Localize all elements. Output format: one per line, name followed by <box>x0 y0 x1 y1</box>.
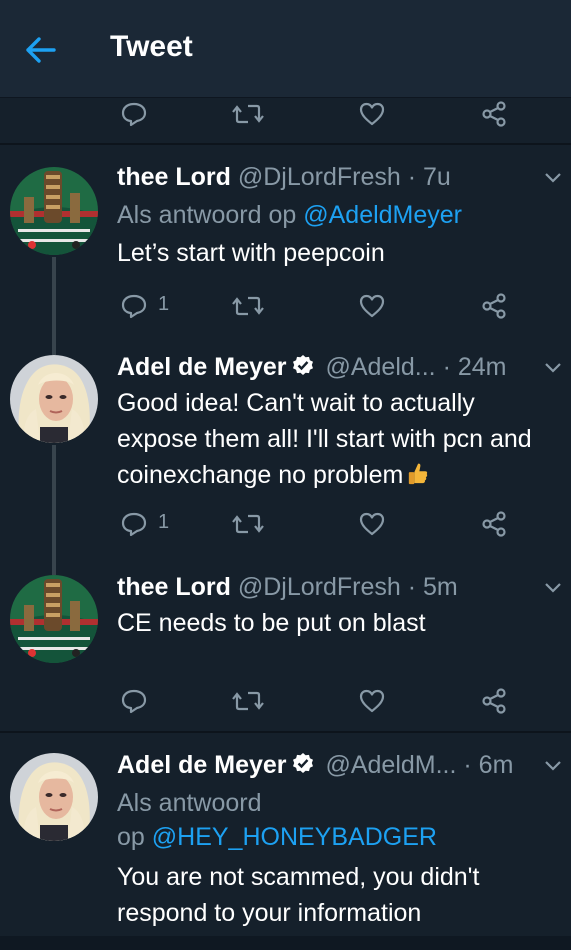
tweet-menu-button[interactable] <box>543 581 563 600</box>
reply-button[interactable]: 1 <box>120 285 180 325</box>
chevron-down-icon <box>543 581 563 595</box>
like-button[interactable] <box>358 503 386 543</box>
mention-link[interactable]: @AdeldMeyer <box>303 201 462 229</box>
page-title: Tweet <box>110 30 193 63</box>
avatar[interactable] <box>10 753 98 841</box>
chevron-down-icon <box>543 361 563 375</box>
tweet-header: thee Lord @DjLordFresh · 7u <box>117 163 451 192</box>
tweet-item[interactable]: Adel de Meyer @AdeldM... · 6m Als antwoo… <box>0 733 571 933</box>
retweet-icon <box>232 292 264 320</box>
retweet-button[interactable] <box>232 503 264 543</box>
tweet-item[interactable]: thee Lord @DjLordFresh · 7u Als antwoord… <box>0 145 571 335</box>
reply-label-op: op <box>117 823 145 851</box>
like-button[interactable] <box>358 680 386 720</box>
verified-badge-icon <box>291 354 315 378</box>
tweet-text: Let’s start with peepcoin <box>117 239 385 267</box>
reply-label: Als antwoord op <box>117 201 297 229</box>
tweet-text: CE needs to be put on blast <box>117 609 426 637</box>
thread-line <box>52 335 56 355</box>
thumbs-up-emoji <box>407 461 429 487</box>
share-button[interactable] <box>480 503 508 543</box>
tweet-text: Good idea! Can't wait to actually expose… <box>117 385 557 493</box>
reply-context: Als antwoord op @HEY_HONEYBADGER <box>117 789 437 852</box>
tweet-header: thee Lord @DjLordFresh · 5m <box>117 573 458 602</box>
tweet-action-bar <box>0 680 571 720</box>
reply-button[interactable] <box>120 680 150 720</box>
chevron-down-icon <box>543 759 563 773</box>
back-arrow-icon <box>26 37 56 63</box>
retweet-icon <box>232 510 264 538</box>
share-button[interactable] <box>480 680 508 720</box>
author-name[interactable]: thee Lord <box>117 163 231 191</box>
thread-line <box>52 555 56 575</box>
share-button[interactable] <box>480 285 508 325</box>
tweet-menu-button[interactable] <box>543 171 563 190</box>
tweet-action-bar <box>0 93 571 133</box>
tweet-header: Adel de Meyer @Adeld... · 24m <box>117 353 506 382</box>
retweet-button[interactable] <box>232 93 264 133</box>
reply-icon <box>120 100 148 128</box>
mention-link[interactable]: @HEY_HONEYBADGER <box>152 823 437 851</box>
timestamp: · 7u <box>407 163 451 191</box>
verified-badge-icon <box>291 752 315 776</box>
like-icon <box>358 100 386 128</box>
timestamp: · 6m <box>463 751 514 779</box>
reply-button[interactable]: 1 <box>120 503 180 543</box>
author-name[interactable]: thee Lord <box>117 573 231 601</box>
chevron-down-icon <box>543 171 563 185</box>
avatar[interactable] <box>10 167 98 255</box>
bottom-edge <box>0 936 571 950</box>
tweet-text: You are not scammed, you didn't respond … <box>117 863 480 927</box>
share-icon <box>480 687 508 715</box>
reply-count: 1 <box>158 511 170 533</box>
tweet-item[interactable]: Adel de Meyer @Adeld... · 24m Good idea!… <box>0 335 571 555</box>
author-handle[interactable]: @DjLordFresh <box>238 573 401 601</box>
top-app-bar: Tweet <box>0 0 571 98</box>
share-icon <box>480 100 508 128</box>
tweet-header: Adel de Meyer @AdeldM... · 6m <box>117 751 513 780</box>
retweet-button[interactable] <box>232 285 264 325</box>
tweet-action-bar: 1 <box>0 285 571 325</box>
author-handle[interactable]: @Adeld... <box>325 353 435 381</box>
reply-context: Als antwoord op @AdeldMeyer <box>117 201 462 230</box>
reply-icon <box>120 510 148 538</box>
reply-count: 1 <box>158 293 170 315</box>
timestamp: · 24m <box>442 353 507 381</box>
reply-button[interactable] <box>120 93 150 133</box>
tweet-menu-button[interactable] <box>543 361 563 380</box>
back-button[interactable] <box>22 30 62 70</box>
like-icon <box>358 510 386 538</box>
author-handle[interactable]: @DjLordFresh <box>238 163 401 191</box>
tweet-menu-button[interactable] <box>543 759 563 778</box>
avatar[interactable] <box>10 355 98 443</box>
like-button[interactable] <box>358 93 386 133</box>
share-icon <box>480 292 508 320</box>
timestamp: · 5m <box>407 573 458 601</box>
like-button[interactable] <box>358 285 386 325</box>
tweet-item[interactable]: thee Lord @DjLordFresh · 5m CE needs to … <box>0 555 571 730</box>
retweet-button[interactable] <box>232 680 264 720</box>
avatar[interactable] <box>10 575 98 663</box>
like-icon <box>358 292 386 320</box>
reply-label-line2: op @HEY_HONEYBADGER <box>117 823 437 852</box>
author-name[interactable]: Adel de Meyer <box>117 751 287 779</box>
tweet-text-content: Good idea! Can't wait to actually expose… <box>117 389 532 489</box>
reply-icon <box>120 687 148 715</box>
tweet-action-bar: 1 <box>0 503 571 543</box>
reply-label: Als antwoord <box>117 789 262 817</box>
share-icon <box>480 510 508 538</box>
retweet-icon <box>232 687 264 715</box>
author-name[interactable]: Adel de Meyer <box>117 353 287 381</box>
share-button[interactable] <box>480 93 508 133</box>
author-handle[interactable]: @AdeldM... <box>325 751 456 779</box>
like-icon <box>358 687 386 715</box>
reply-icon <box>120 292 148 320</box>
retweet-icon <box>232 100 264 128</box>
